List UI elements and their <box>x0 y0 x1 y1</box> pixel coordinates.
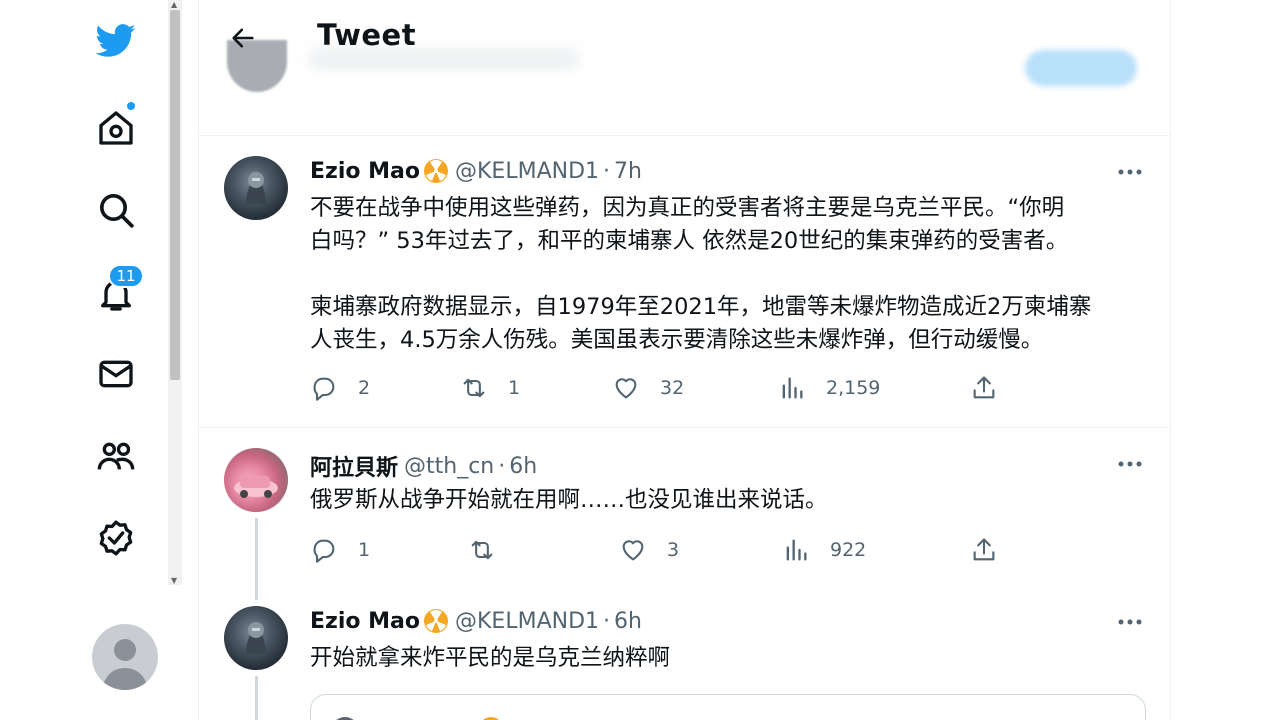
back-arrow-icon <box>232 28 254 48</box>
author-name[interactable]: Ezio Mao <box>310 609 420 634</box>
tweet-text: 俄罗斯从战争开始就在用啊……也没见谁出来说话。 <box>310 484 1150 517</box>
more-button[interactable] <box>1115 162 1145 182</box>
tweet-actions: 1 3 922 <box>310 536 1010 568</box>
tweet-text-line: 俄罗斯从战争开始就在用啊……也没见谁出来说话。 <box>310 487 828 513</box>
tweet-text-line: 白吗？” 53年过去了，和平的柬埔寨人 依然是20世纪的集束弹药的受害者。 <box>310 228 1069 254</box>
author-handle[interactable]: @KELMAND1 <box>455 159 599 184</box>
home-new-dot <box>125 100 137 112</box>
tweet-author: 阿拉貝斯 @tth_cn · 6h <box>310 450 537 482</box>
quoted-tweet-card[interactable] <box>310 694 1146 720</box>
retweet-button[interactable]: 1 <box>460 374 520 402</box>
views-chart-icon <box>782 377 803 399</box>
tweet-text: 开始就拿来炸平民的是乌克兰纳粹啊 <box>310 642 1150 675</box>
main-column: Tweet Ezio Mao @KELMAND1 · 7h 不要在战争中使用这些… <box>198 0 1171 720</box>
more-dots-icon <box>1118 619 1142 625</box>
search-icon[interactable] <box>94 188 138 232</box>
reply-button[interactable]: 1 <box>310 536 370 564</box>
twitter-logo-icon[interactable] <box>94 18 138 62</box>
reply-count: 1 <box>358 539 371 561</box>
page-title: Tweet <box>317 18 417 52</box>
avatar[interactable] <box>224 156 288 220</box>
more-button[interactable] <box>1115 454 1145 474</box>
like-count: 3 <box>667 539 680 561</box>
heart-icon <box>622 540 644 561</box>
mail-icon[interactable] <box>94 352 138 396</box>
separator: · <box>498 453 506 479</box>
author-handle[interactable]: @tth_cn <box>404 454 494 479</box>
thread-connector <box>255 676 258 720</box>
heart-icon <box>615 378 637 399</box>
author-name[interactable]: Ezio Mao <box>310 159 420 184</box>
retweet-icon <box>463 378 485 398</box>
timestamp[interactable]: 6h <box>509 454 537 479</box>
home-icon[interactable] <box>94 106 138 150</box>
timestamp[interactable]: 6h <box>614 609 642 634</box>
notifications-badge: 11 <box>108 264 144 288</box>
views-chart-icon <box>786 539 807 561</box>
more-button[interactable] <box>1115 612 1145 632</box>
account-avatar[interactable] <box>92 624 158 690</box>
tweet-text-line: 柬埔寨政府数据显示，自1979年至2021年，地雷等未爆炸物造成近2万柬埔寨 <box>310 294 1092 320</box>
tweet-author: Ezio Mao @KELMAND1 · 6h <box>310 608 642 634</box>
tweet-text-line <box>310 258 1150 291</box>
left-navigation: 11 <box>0 0 168 720</box>
view-count: 2,159 <box>826 377 881 399</box>
avatar[interactable] <box>224 606 288 670</box>
share-icon <box>973 376 995 399</box>
avatar[interactable] <box>224 448 288 512</box>
reply-count: 2 <box>358 377 371 399</box>
tweet-author: Ezio Mao @KELMAND1 · 7h <box>310 158 642 184</box>
retweet-icon <box>471 540 493 560</box>
more-dots-icon <box>1118 169 1142 175</box>
back-button[interactable] <box>223 18 263 58</box>
like-count: 32 <box>660 377 685 399</box>
timestamp[interactable]: 7h <box>614 159 642 184</box>
tweet-text-line: 开始就拿来炸平民的是乌克兰纳粹啊 <box>310 645 671 671</box>
scroll-down-arrow-icon[interactable]: ▼ <box>171 576 177 585</box>
tweet-actions: 2 1 32 2,159 <box>310 374 1010 406</box>
share-button[interactable] <box>970 536 998 564</box>
radioactive-emoji-icon <box>424 609 448 633</box>
radioactive-emoji-icon <box>424 159 448 183</box>
reply-icon <box>313 539 335 563</box>
views-button[interactable]: 922 <box>782 536 866 564</box>
reply-icon <box>313 377 335 401</box>
tweet-header: Tweet <box>199 0 1170 136</box>
reply-button[interactable]: 2 <box>310 374 370 402</box>
tweet-text-line: 不要在战争中使用这些弹药，因为真正的受害者将主要是乌克兰平民。“你明 <box>310 195 1065 221</box>
views-button[interactable]: 2,159 <box>778 374 880 402</box>
sidebar-scrollbar[interactable]: ▲ ▼ <box>168 0 182 585</box>
author-handle[interactable]: @KELMAND1 <box>455 609 599 634</box>
verified-icon[interactable] <box>94 516 138 560</box>
tweet-text-line: 人丧生，4.5万余人伤残。美国虽表示要清除这些未爆炸弹，但行动缓慢。 <box>310 327 1044 353</box>
share-button[interactable] <box>970 374 998 402</box>
communities-icon[interactable] <box>94 434 138 478</box>
more-dots-icon <box>1118 461 1142 467</box>
scrollbar-thumb[interactable] <box>170 10 180 380</box>
author-name[interactable]: 阿拉貝斯 <box>310 450 398 482</box>
separator: · <box>603 158 611 184</box>
like-button[interactable]: 3 <box>619 536 679 564</box>
share-icon <box>973 538 995 561</box>
tweet[interactable]: 阿拉貝斯 @tth_cn · 6h 俄罗斯从战争开始就在用啊……也没见谁出来说话… <box>199 428 1170 600</box>
retweet-button[interactable] <box>468 536 496 564</box>
scroll-up-arrow-icon[interactable]: ▲ <box>171 0 177 9</box>
view-count: 922 <box>830 539 867 561</box>
tweet[interactable]: Ezio Mao @KELMAND1 · 7h 不要在战争中使用这些弹药，因为真… <box>199 136 1170 428</box>
blurred-button <box>1025 50 1137 86</box>
tweet-text: 不要在战争中使用这些弹药，因为真正的受害者将主要是乌克兰平民。“你明 白吗？” … <box>310 192 1150 357</box>
separator: · <box>603 608 611 634</box>
retweet-count: 1 <box>508 377 521 399</box>
like-button[interactable]: 32 <box>612 374 684 402</box>
